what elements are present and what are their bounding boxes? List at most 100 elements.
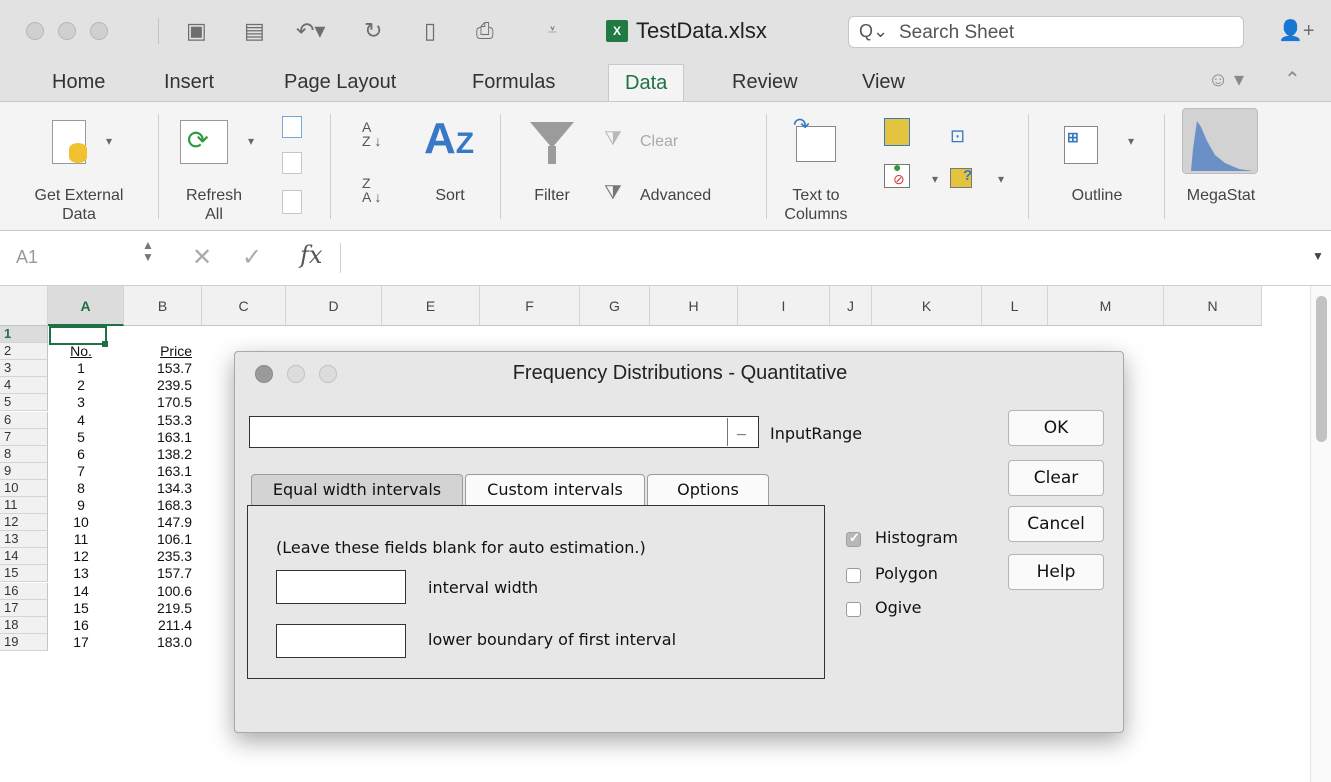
row-header-5[interactable]: 5 [0, 394, 48, 412]
filter-icon[interactable] [530, 122, 574, 148]
cell-a15[interactable]: 13 [48, 565, 114, 582]
cell-b4[interactable]: 239.5 [124, 377, 192, 394]
search-input[interactable] [897, 20, 1231, 46]
cell-a16[interactable]: 14 [48, 583, 114, 600]
data-validation-icon[interactable]: ● ⊘ [884, 159, 910, 188]
search-sheet-box[interactable]: Q⌄ [848, 16, 1244, 48]
tab-page-layout[interactable]: Page Layout [284, 68, 396, 96]
filter-label[interactable]: Filter [522, 186, 582, 205]
chevron-down-icon[interactable]: ▾ [106, 134, 112, 148]
tab-formulas[interactable]: Formulas [472, 68, 555, 96]
cell-b11[interactable]: 168.3 [124, 497, 192, 514]
column-header-n[interactable]: N [1164, 286, 1262, 326]
vertical-scrollbar[interactable] [1310, 286, 1331, 782]
new-document-icon[interactable]: ▯ [424, 20, 436, 42]
scrollbar-thumb[interactable] [1316, 296, 1327, 442]
flash-fill-icon[interactable] [884, 118, 910, 146]
row-header-2[interactable]: 2 [0, 343, 48, 361]
cell-b13[interactable]: 106.1 [124, 531, 192, 548]
refresh-all-label[interactable]: Refresh All [168, 186, 260, 224]
advanced-filter-label[interactable]: Advanced [640, 186, 711, 205]
row-header-17[interactable]: 17 [0, 599, 48, 617]
what-if-analysis-icon[interactable]: ? [950, 167, 972, 188]
cell-b18[interactable]: 211.4 [124, 617, 192, 634]
zoom-window-button[interactable] [90, 22, 108, 40]
row-header-6[interactable]: 6 [0, 411, 48, 429]
row-header-3[interactable]: 3 [0, 360, 48, 378]
column-header-j[interactable]: J [830, 286, 872, 326]
cell-a5[interactable]: 3 [48, 394, 114, 411]
expand-formula-bar-icon[interactable]: ▼ [1312, 249, 1324, 263]
row-header-16[interactable]: 16 [0, 582, 48, 600]
chevron-down-icon[interactable]: ▾ [1128, 134, 1134, 148]
tab-custom-intervals[interactable]: Custom intervals [465, 474, 645, 506]
formula-input[interactable] [350, 239, 1300, 277]
close-window-button[interactable] [26, 22, 44, 40]
ogive-checkbox[interactable] [846, 602, 861, 617]
row-header-7[interactable]: 7 [0, 428, 48, 446]
cell-b19[interactable]: 183.0 [124, 634, 192, 651]
column-header-e[interactable]: E [382, 286, 480, 326]
row-header-15[interactable]: 15 [0, 565, 48, 583]
cell-b5[interactable]: 170.5 [124, 394, 192, 411]
column-header-b[interactable]: B [124, 286, 202, 326]
cell-a8[interactable]: 6 [48, 446, 114, 463]
cell-a6[interactable]: 4 [48, 412, 114, 429]
print-icon[interactable]: ⎙ [476, 20, 494, 42]
name-box[interactable]: A1 [16, 247, 38, 268]
smiley-feedback-icon[interactable]: ☺ ▾ [1208, 66, 1244, 94]
cell-b2[interactable]: Price [124, 343, 192, 360]
tab-options[interactable]: Options [647, 474, 769, 506]
chevron-down-icon[interactable]: ▾ [998, 172, 1004, 186]
save-icon[interactable]: ▤ [244, 20, 265, 42]
cell-b15[interactable]: 157.7 [124, 565, 192, 582]
column-header-l[interactable]: L [982, 286, 1048, 326]
tab-equal-width-intervals[interactable]: Equal width intervals [251, 474, 463, 506]
tab-home[interactable]: Home [52, 68, 105, 96]
column-header-k[interactable]: K [872, 286, 982, 326]
outline-icon[interactable]: ⊞ [1064, 126, 1098, 164]
insert-function-icon[interactable]: fx [300, 241, 322, 269]
name-box-stepper-icon[interactable]: ▲ ▼ [142, 239, 154, 263]
sort-icon[interactable]: AZ [424, 114, 474, 169]
cell-a17[interactable]: 15 [48, 600, 114, 617]
tab-review[interactable]: Review [732, 68, 798, 96]
cell-b8[interactable]: 138.2 [124, 446, 192, 463]
clear-button[interactable]: Clear [1008, 460, 1104, 496]
chevron-down-icon[interactable]: ▾ [248, 134, 254, 148]
cell-a18[interactable]: 16 [48, 617, 114, 634]
cell-a3[interactable]: 1 [48, 360, 114, 377]
interval-width-input[interactable] [276, 570, 406, 604]
cell-a11[interactable]: 9 [48, 497, 114, 514]
row-header-9[interactable]: 9 [0, 462, 48, 480]
fill-handle[interactable] [102, 341, 108, 347]
sort-label[interactable]: Sort [426, 186, 474, 205]
column-header-a[interactable]: A [48, 286, 124, 326]
cell-b14[interactable]: 235.3 [124, 548, 192, 565]
sort-z-a-icon[interactable]: ZA ↓ [362, 176, 381, 204]
minimize-window-button[interactable] [58, 22, 76, 40]
advanced-filter-icon[interactable]: ⧩ [604, 182, 622, 205]
megastat-icon[interactable] [1182, 108, 1258, 174]
enter-formula-icon[interactable]: ✓ [242, 243, 262, 272]
cell-b6[interactable]: 153.3 [124, 412, 192, 429]
sort-a-z-icon[interactable]: AZ ↓ [362, 120, 381, 148]
cell-a10[interactable]: 8 [48, 480, 114, 497]
selected-cell-a1[interactable] [49, 326, 107, 345]
chevron-down-icon[interactable]: ▾ [932, 172, 938, 186]
cancel-formula-icon[interactable]: ✕ [192, 243, 212, 272]
tab-data[interactable]: Data [608, 64, 685, 102]
cell-b10[interactable]: 134.3 [124, 480, 192, 497]
row-header-18[interactable]: 18 [0, 616, 48, 634]
collapse-ribbon-icon[interactable]: ⌃ [1284, 66, 1301, 94]
row-header-8[interactable]: 8 [0, 445, 48, 463]
connections-icon[interactable] [282, 116, 302, 138]
undo-icon[interactable]: ↶▾ [296, 20, 325, 42]
help-button[interactable]: Help [1008, 554, 1104, 590]
row-header-4[interactable]: 4 [0, 377, 48, 395]
tab-insert[interactable]: Insert [164, 68, 214, 96]
cell-a12[interactable]: 10 [48, 514, 114, 531]
lower-boundary-input[interactable] [276, 624, 406, 658]
input-range-field[interactable] [249, 416, 759, 448]
cell-a7[interactable]: 5 [48, 429, 114, 446]
